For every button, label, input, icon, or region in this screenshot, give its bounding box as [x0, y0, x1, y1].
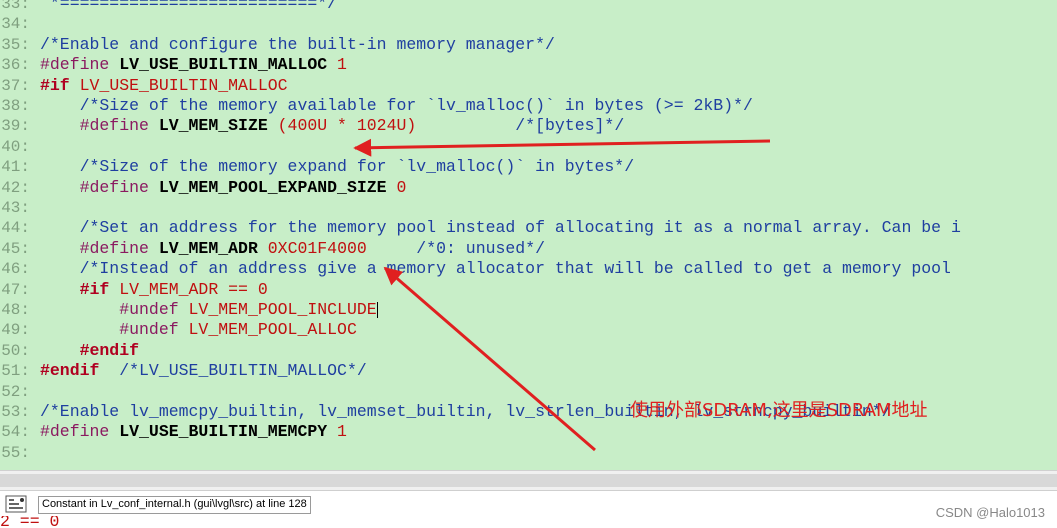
horizontal-scrollbar[interactable] [0, 470, 1057, 491]
watermark: CSDN @Halo1013 [935, 505, 1045, 520]
arrow-to-mem-adr [383, 266, 596, 452]
status-message: Constant in Lv_conf_internal.h (gui\lvgl… [38, 496, 311, 514]
annotation-label: 使用外部SDRAM,这里是SDRAM地址 [630, 400, 928, 421]
status-bar: Constant in Lv_conf_internal.h (gui\lvgl… [0, 490, 1057, 517]
arrow-to-mem-size [353, 138, 771, 157]
scrollbar-track[interactable] [0, 474, 1057, 487]
secondary-editor-pane[interactable]: 2 == 0 [0, 516, 1057, 528]
symbol-browser-icon[interactable] [5, 495, 27, 513]
partial-code-line: 2 == 0 [0, 516, 59, 528]
partial-code-text: 2 == 0 [0, 516, 60, 528]
